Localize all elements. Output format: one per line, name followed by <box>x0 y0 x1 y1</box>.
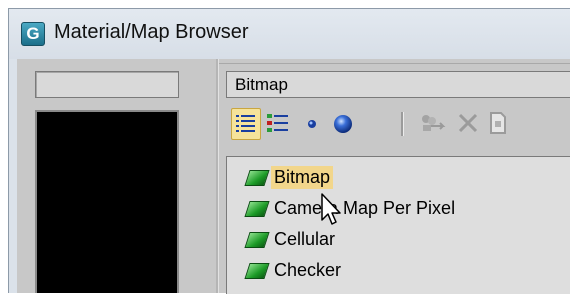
mouse-cursor-icon <box>321 193 341 225</box>
list-item[interactable]: Checker <box>227 256 570 286</box>
list-item-label: Checker <box>274 260 342 280</box>
view-small-icons-icon <box>308 120 316 128</box>
view-toolbar <box>226 108 570 142</box>
list-item[interactable]: Cellular <box>227 225 570 255</box>
material-map-browser-window: G Material/Map Browser Bitmap Bitmap Cam… <box>8 8 570 294</box>
update-scene-materials-button[interactable] <box>417 108 447 140</box>
map-icon <box>244 263 270 279</box>
app-icon: G <box>21 22 45 46</box>
delete-icon <box>458 113 478 133</box>
map-icon <box>244 201 270 217</box>
window-title: Material/Map Browser <box>54 21 249 43</box>
panel-divider <box>216 59 219 293</box>
view-list-icon <box>236 115 255 132</box>
list-item[interactable]: Bitmap <box>227 163 570 193</box>
view-list-icons-button[interactable] <box>264 108 294 140</box>
list-item[interactable]: Camera Map Per Pixel <box>227 194 570 224</box>
list-item-label: Camera Map Per Pixel <box>274 198 456 218</box>
toolbar-separator <box>401 112 404 136</box>
top-divider <box>218 63 570 64</box>
material-preview <box>35 110 179 293</box>
view-large-icons-button[interactable] <box>329 108 359 140</box>
view-list-icons-icon <box>267 114 288 132</box>
update-scene-materials-icon <box>422 115 446 131</box>
title-bar[interactable]: G Material/Map Browser <box>9 9 570 59</box>
clear-library-icon <box>490 112 506 134</box>
browser-client-area: Bitmap Bitmap Camera Map Per Pixel Cellu… <box>17 59 570 294</box>
list-item-label: Cellular <box>274 229 336 249</box>
name-field[interactable] <box>35 71 179 98</box>
map-icon <box>244 232 270 248</box>
selected-type-field[interactable]: Bitmap <box>226 71 570 98</box>
map-type-list[interactable]: Bitmap Camera Map Per Pixel Cellular Che… <box>226 156 570 294</box>
view-small-icons-button[interactable] <box>298 108 328 140</box>
list-item-label: Bitmap <box>271 166 334 189</box>
view-list-button[interactable] <box>231 108 261 140</box>
delete-button[interactable] <box>454 108 484 140</box>
map-icon <box>244 170 270 186</box>
clear-library-button[interactable] <box>484 108 514 140</box>
view-large-icons-icon <box>334 115 352 133</box>
